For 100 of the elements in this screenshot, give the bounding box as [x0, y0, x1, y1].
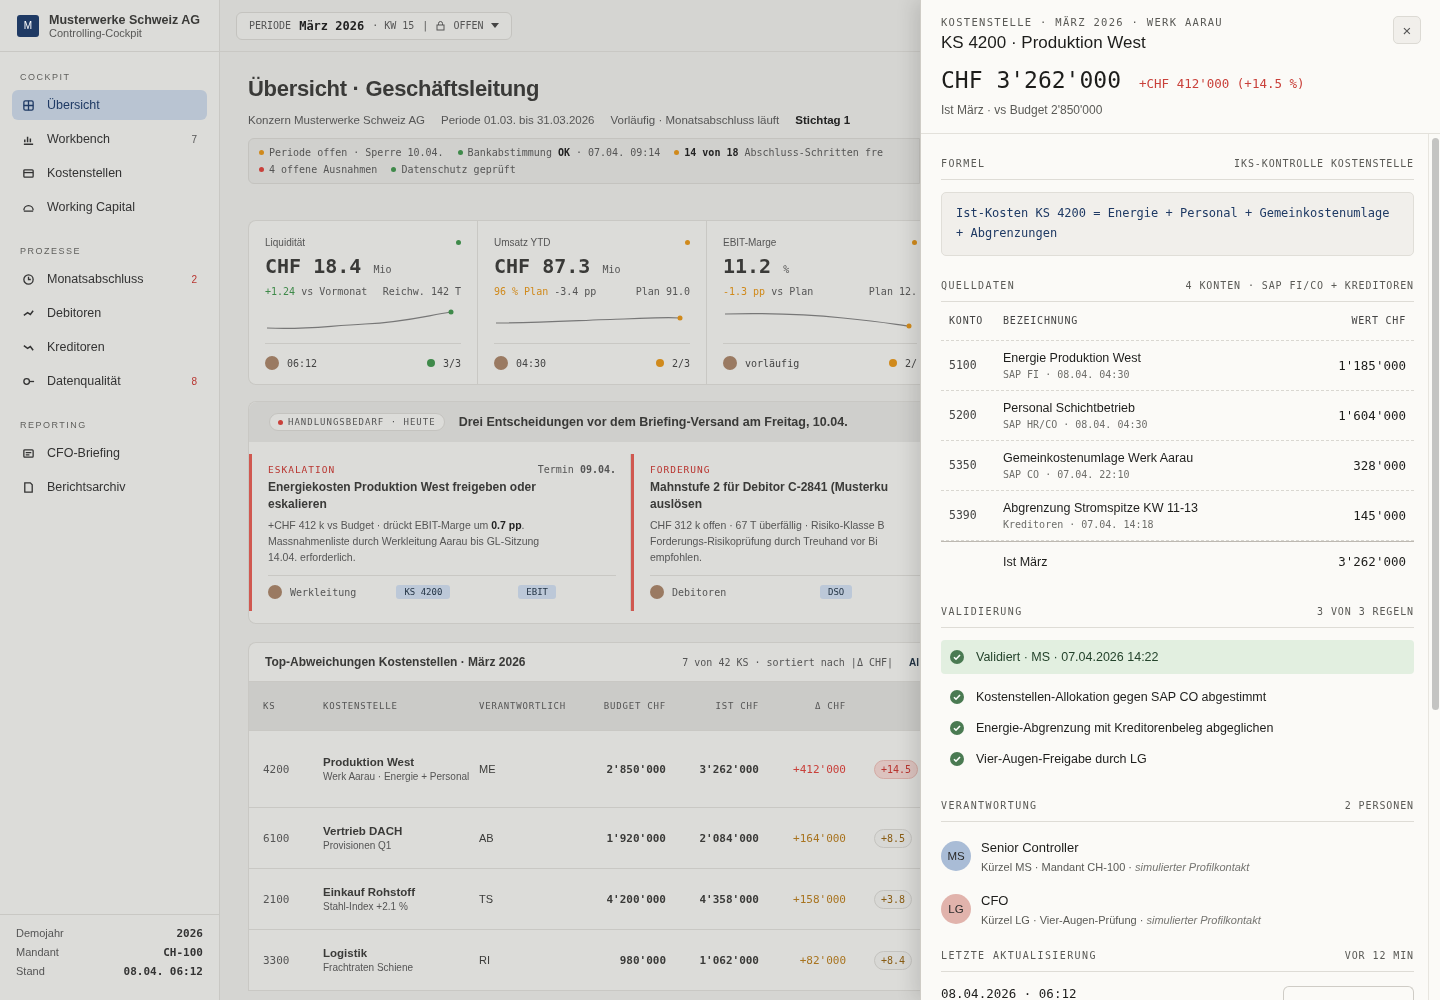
info-value: CH-100 [163, 946, 203, 959]
section-heading: PROZESSE [19, 245, 82, 258]
avatar: LG [941, 894, 971, 925]
nav-item[interactable]: Workbench 7 [12, 124, 207, 154]
table-link[interactable]: Al [909, 656, 920, 668]
count-label: 8 [191, 375, 197, 387]
nav-item[interactable]: Übersicht [12, 90, 207, 120]
action-kind: FORDERUNG [650, 464, 711, 475]
action-headline: Drei Entscheidungen vor dem Briefing-Versand am Freitag, 10.04. [458, 415, 848, 429]
info-label: Stand [16, 965, 45, 978]
table-cell-text: 2'084'000 [698, 831, 759, 845]
action-card[interactable] [249, 454, 631, 612]
rule-text: Energie-Abgrenzung mit Kreditorenbeleg abgeglichen [976, 720, 1274, 735]
period-selector[interactable]: PERIODE März 2026 · KW 15 | OFFEN [236, 11, 513, 40]
avatar [494, 356, 508, 370]
cost-center-note: Stahl-Index +2.1 % [323, 901, 409, 913]
cost-center-name: Vertrieb DACH [323, 825, 404, 838]
table-cell-text: ME [479, 763, 497, 776]
section-heading: QUELLDATEN [941, 279, 1016, 291]
table-cell-text: +164'000 [792, 831, 846, 845]
kpi-delta: +1.24 [265, 286, 296, 297]
section-note: VOR 12 MIN [1344, 949, 1414, 961]
account-value: 1'185'000 [1337, 357, 1406, 373]
nav-item[interactable]: Datenqualität 8 [12, 366, 207, 396]
validation-text: Validiert · MS · 07.04.2026 14:22 [976, 649, 1159, 664]
formula-box: Ist-Kosten KS 4200 = Energie + Personal + Gemeinkostenumlage + Abgrenzungen [941, 192, 1414, 256]
column-header: VERANTWORTLICH [479, 701, 568, 712]
table-cell-text: 4'200'000 [605, 892, 666, 906]
table-title: Top-Abweichungen Kostenstellen · März 2026 [265, 655, 527, 670]
avatar [268, 585, 282, 600]
check-dot [426, 359, 435, 367]
action-title: Energiekosten Produktion West freigeben oder eskalieren [268, 479, 537, 513]
section-heading: REPORTING [19, 419, 88, 432]
cost-center-name: Einkauf Rohstoff [323, 886, 416, 899]
action-text: +CHF 412 k vs Budget · drückt EBIT-Marge um 0.7 pp. Massnahmenliste durch Werkleitung Aarau bis GL-Sitzung 14.04. erforderlich. [268, 517, 541, 566]
nav-item[interactable]: Kostenstellen [12, 158, 207, 188]
avatar [723, 356, 737, 370]
update-time: 06:12 [287, 357, 319, 369]
company-name: Musterwerke Schweiz AG [49, 12, 200, 27]
kpi-value: CHF 18.4 Mio [265, 254, 393, 278]
amount: CHF 3'262'000 [941, 67, 1121, 93]
source-note: Kreditoren · 07.04. 14:18 [1003, 518, 1155, 530]
account-value: 1'604'000 [1337, 407, 1406, 423]
nav-icon [22, 98, 35, 112]
person-role: Senior Controller [981, 839, 1080, 855]
table-cell-text: AB [479, 832, 495, 845]
section-heading: VALIDIERUNG [941, 605, 1023, 617]
update-timestamp: 08.04.2026 · 06:12 [941, 985, 1077, 1000]
status-text: Periode offen · Sperre 10.04. [269, 147, 444, 158]
close-button[interactable]: × [1393, 16, 1421, 44]
caret-icon [491, 22, 500, 29]
table-info: 7 von 42 KS · sortiert nach |Δ CHF| [682, 656, 893, 668]
avatar: MS [941, 841, 971, 872]
company-logo: M [17, 14, 39, 37]
kpi-delta: -1.3 pp [723, 286, 766, 297]
amount-caption: Ist März · vs Budget 2'850'000 [941, 103, 1104, 117]
scrollbar-thumb[interactable] [1431, 138, 1439, 710]
nav-item[interactable]: Debitoren [12, 298, 207, 328]
tag: DSO [820, 585, 853, 600]
kpi-note: vs Vormonat [301, 286, 368, 297]
source-note: SAP CO · 07.04. 22:10 [1003, 468, 1131, 480]
panel-eyebrow: KOSTENSTELLE · MÄRZ 2026 · WERK AARAU [941, 16, 1224, 28]
rule-text: Vier-Augen-Freigabe durch LG [976, 751, 1147, 766]
section-heading: VERANTWORTUNG [941, 799, 1038, 811]
app-subtitle: Controlling-Cockpit [49, 26, 143, 39]
account-number: 5100 [949, 358, 978, 373]
info-value: 08.04. 06:12 [123, 965, 203, 978]
nav-item[interactable]: CFO-Briefing [12, 438, 207, 468]
nav-item[interactable]: Monatsabschluss 2 [12, 264, 207, 294]
column-header: WERT CHF [1350, 315, 1406, 327]
owner-label: Werkleitung [290, 586, 358, 598]
account-number: 5350 [949, 458, 978, 473]
account-name: Abgrenzung Stromspitze KW 11-13 [1003, 500, 1199, 515]
section-note: IKS-KONTROLLE KOSTENSTELLE [1234, 158, 1414, 169]
table-cell-text: +158'000 [792, 892, 846, 906]
cost-center-note: Frachtraten Schiene [323, 962, 415, 974]
table-cell-text: 2'850'000 [605, 762, 666, 776]
count-label: 7 [191, 133, 197, 145]
percent-badge: +8.4 [874, 950, 913, 970]
column-header: KONTO [949, 315, 985, 327]
cost-center-note: Provisionen Q1 [323, 840, 393, 852]
check-count: 2/ [904, 357, 917, 369]
lock-icon [436, 20, 446, 31]
section-heading: LETZTE AKTUALISIERUNG [941, 949, 1097, 961]
account-name: Personal Schichtbetrieb [1003, 400, 1137, 415]
nav-item[interactable]: Berichtsarchiv [12, 472, 207, 502]
section-note: 3 VON 3 REGELN [1317, 605, 1414, 617]
total-value: 3'262'000 [1337, 554, 1406, 570]
variance: +CHF 412'000 (+14.5 %) [1139, 76, 1305, 91]
column-header: KOSTENSTELLE [323, 701, 399, 712]
nav-item[interactable]: Kreditoren [12, 332, 207, 362]
cost-center-name: Produktion West [323, 756, 416, 769]
table-cell-text: 4200 [263, 762, 291, 776]
kpi-value: 11.2 % [723, 254, 791, 278]
outlined-button[interactable] [1283, 985, 1414, 1000]
kpi-aside: Plan 91.0 [635, 286, 690, 297]
nav-item[interactable]: Working Capital [12, 192, 207, 222]
page-meta: Stichtag 1 [795, 114, 851, 126]
check-count: 3/3 [442, 357, 461, 369]
status-text: Datenschutz geprüft [401, 164, 516, 175]
